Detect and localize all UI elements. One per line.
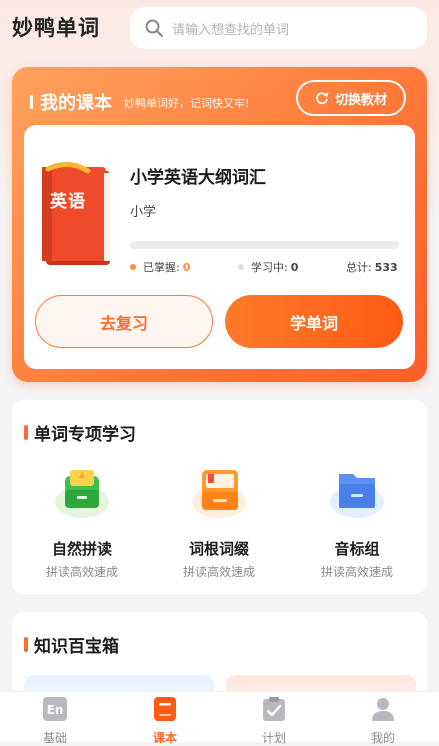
tab-textbook[interactable]: 课本 — [135, 696, 195, 746]
blue-folder-icon — [330, 474, 384, 518]
book-cover-text: 英语 — [50, 192, 86, 212]
learning-dot — [238, 264, 244, 270]
tab-mine[interactable]: 我的 — [353, 696, 413, 746]
section-marker — [30, 95, 33, 109]
bottom-tab-bar: En 基础 课本 计划 我的 — [0, 691, 439, 745]
tab-basic[interactable]: En 基础 — [25, 696, 85, 746]
mastered-dot — [130, 264, 136, 270]
special-study-section: 单词专项学习 自然拼读 拼读高效速成 词根词缀 拼读高效速成 音标组 拼读高效速… — [12, 400, 427, 594]
special-study-title: 单词专项学习 — [34, 425, 136, 445]
feature-phonics[interactable]: 自然拼读 拼读高效速成 — [22, 462, 142, 580]
stat-total: 总计: 533 — [346, 259, 398, 275]
switch-textbook-button[interactable]: 切换教材 — [296, 80, 406, 116]
tab-plan[interactable]: 计划 — [244, 696, 304, 746]
knowledge-box-title: 知识百宝箱 — [34, 637, 119, 657]
total-label: 总计: — [346, 261, 372, 274]
mastered-label: 已掌握: — [143, 261, 180, 274]
feature-phonetic-group[interactable]: 音标组 拼读高效速成 — [297, 462, 417, 580]
app-title: 妙鸭单词 — [12, 16, 100, 40]
feature-desc: 拼读高效速成 — [45, 565, 118, 579]
en-icon: En — [43, 697, 67, 721]
search-icon — [145, 19, 163, 37]
feature-name: 自然拼读 — [51, 540, 112, 558]
my-course-title: 我的课本 — [40, 93, 112, 114]
feature-name: 音标组 — [334, 540, 380, 558]
feature-name: 词根词缀 — [188, 540, 249, 558]
course-level: 小学 — [130, 205, 157, 220]
tab-label: 我的 — [370, 731, 395, 745]
section-marker — [24, 425, 28, 440]
search-bar[interactable]: 请输入想查找的单词 — [130, 7, 427, 49]
english-book-icon[interactable] — [38, 161, 116, 269]
learn-words-button[interactable]: 学单词 — [225, 295, 403, 348]
svg-text:En: En — [47, 703, 64, 717]
tab-label: 基础 — [42, 731, 67, 745]
course-stats: 已掌握: 0 学习中: 0 总计: 533 — [130, 259, 402, 275]
my-course-subtitle: 妙鸭单词好，记词快又牢! — [124, 97, 250, 110]
mastered-value: 0 — [182, 260, 191, 274]
stat-learning: 学习中: 0 — [238, 259, 298, 275]
course-name: 小学英语大纲词汇 — [130, 168, 266, 188]
my-course-card: 我的课本 妙鸭单词好，记词快又牢! 切换教材 英语 小学英语大纲词汇 小学 已掌… — [12, 67, 427, 382]
refresh-icon — [316, 92, 329, 105]
learning-label: 学习中: — [251, 261, 288, 274]
tab-label: 课本 — [152, 731, 177, 745]
review-button[interactable]: 去复习 — [35, 295, 213, 348]
feature-roots-affixes[interactable]: 词根词缀 拼读高效速成 — [159, 462, 279, 580]
tab-label: 计划 — [261, 731, 286, 745]
course-detail-card: 英语 小学英语大纲词汇 小学 已掌握: 0 学习中: 0 总计: 533 去复习… — [24, 125, 415, 369]
orange-book-icon — [192, 470, 246, 518]
search-placeholder: 请输入想查找的单词 — [172, 22, 290, 38]
total-value: 533 — [374, 260, 398, 274]
textbook-icon — [154, 697, 176, 721]
stat-mastered: 已掌握: 0 — [130, 259, 190, 275]
section-marker — [24, 637, 28, 652]
green-box-icon — [55, 470, 109, 518]
feature-desc: 拼读高效速成 — [182, 565, 255, 579]
clipboard-icon — [263, 697, 285, 721]
progress-bar — [130, 241, 399, 249]
feature-desc: 拼读高效速成 — [320, 565, 393, 579]
switch-textbook-label: 切换教材 — [334, 92, 387, 108]
header: 妙鸭单词 请输入想查找的单词 — [0, 0, 439, 58]
person-icon — [372, 698, 394, 721]
learning-value: 0 — [290, 260, 299, 274]
